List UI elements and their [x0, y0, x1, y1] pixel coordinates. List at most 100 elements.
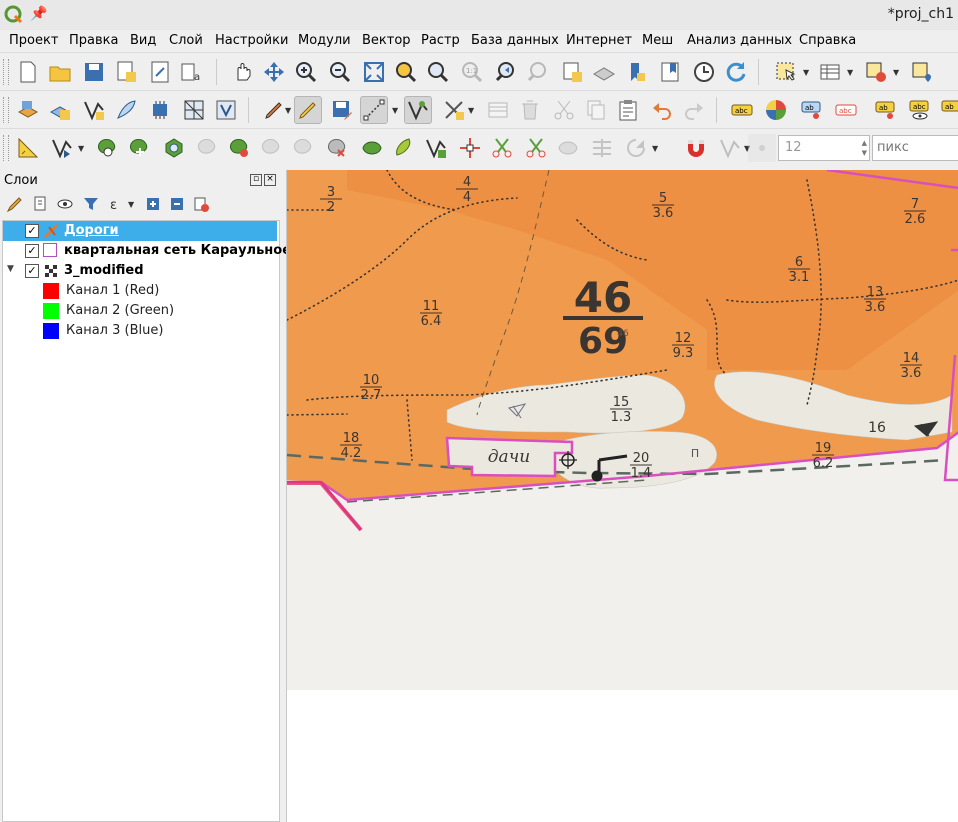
offset-curve-icon[interactable]: [290, 134, 318, 162]
toolbar-grip[interactable]: [3, 97, 9, 123]
digitize-vertex-icon[interactable]: [80, 96, 108, 124]
select-dropdown-chevron-icon[interactable]: ▼: [803, 68, 811, 77]
label-toolbar-icon[interactable]: abc: [728, 96, 756, 124]
rotate-dropdown-chevron-icon[interactable]: ▼: [652, 144, 660, 153]
delete-ring-icon[interactable]: [194, 134, 222, 162]
menu-raster[interactable]: Растр: [421, 33, 460, 48]
style-panel-icon[interactable]: [4, 193, 26, 215]
merge-features-icon[interactable]: [358, 134, 386, 162]
temporal-controller-icon[interactable]: [690, 58, 718, 86]
snap-config-icon[interactable]: [748, 134, 776, 162]
cut-features-icon[interactable]: [550, 96, 578, 124]
deselect-icon[interactable]: [862, 58, 890, 86]
tolerance-unit-select[interactable]: пикс: [872, 135, 958, 161]
new-print-layout-icon[interactable]: [146, 58, 174, 86]
save-as-icon[interactable]: [112, 58, 140, 86]
refresh-icon[interactable]: [722, 58, 750, 86]
highlight-pinned-labels-icon[interactable]: ab: [798, 96, 826, 124]
rotate-point-icon[interactable]: [390, 134, 418, 162]
mesh-layer-icon[interactable]: [180, 96, 208, 124]
toggle-editing-icon[interactable]: [294, 96, 322, 124]
menu-view[interactable]: Вид: [130, 33, 156, 48]
show-bookmarks-icon[interactable]: [590, 58, 618, 86]
toolbar-grip[interactable]: [3, 59, 9, 85]
pin-labels-icon[interactable]: abc: [832, 96, 860, 124]
save-project-icon[interactable]: [80, 58, 108, 86]
gps-icon[interactable]: [146, 96, 174, 124]
redo-icon[interactable]: [680, 96, 708, 124]
open-project-icon[interactable]: [46, 58, 74, 86]
filter-dropdown-chevron-icon[interactable]: ▼: [128, 200, 136, 209]
zoom-out-icon[interactable]: [326, 58, 354, 86]
save-edits-icon[interactable]: [328, 96, 356, 124]
expand-all-icon[interactable]: [142, 193, 164, 215]
attribute-dropdown-chevron-icon[interactable]: ▼: [847, 68, 855, 77]
toolbar-grip[interactable]: [3, 135, 9, 161]
simplify-feature-icon[interactable]: [422, 134, 450, 162]
edits-dropdown-chevron-icon[interactable]: ▼: [285, 106, 293, 115]
rotate-feature-icon[interactable]: [622, 134, 650, 162]
trim-extend-icon[interactable]: [522, 134, 550, 162]
menu-vector[interactable]: Вектор: [362, 33, 411, 48]
tolerance-spinbox[interactable]: 12 ▲ ▼: [778, 135, 870, 161]
delete-selected-icon[interactable]: [516, 96, 544, 124]
layer-row-quarter-grid[interactable]: ✓ квартальная сеть Караульное: [3, 241, 291, 261]
menu-processing[interactable]: Анализ данных: [687, 33, 792, 48]
preview-labels-icon[interactable]: abc: [906, 96, 934, 124]
add-part-icon[interactable]: [126, 134, 154, 162]
filter-expression-icon[interactable]: ε: [106, 193, 128, 215]
zoom-last-icon[interactable]: [492, 58, 520, 86]
band-row-red[interactable]: Канал 1 (Red): [3, 281, 277, 301]
float-panel-icon[interactable]: ▫: [250, 174, 262, 186]
zoom-next-icon[interactable]: [524, 58, 552, 86]
spatial-bookmark-icon[interactable]: [558, 58, 586, 86]
map-canvas[interactable]: 46 69 46 дачи П 16 3 2 4 4 5 3.6 7 2.6 6 3.1 13 3.6…: [286, 170, 958, 822]
pin-icon[interactable]: 📌: [30, 6, 47, 22]
select-features-icon[interactable]: [772, 58, 800, 86]
move-label-icon[interactable]: ab: [938, 96, 958, 124]
band-row-blue[interactable]: Канал 3 (Blue): [3, 321, 277, 341]
locate-icon[interactable]: [908, 58, 936, 86]
menu-plugins[interactable]: Модули: [298, 33, 351, 48]
layer-checkbox[interactable]: ✓: [25, 264, 39, 278]
menu-project[interactable]: Проект: [9, 33, 58, 48]
add-group-icon[interactable]: [30, 193, 52, 215]
close-panel-icon[interactable]: ×: [264, 174, 276, 186]
layer-checkbox[interactable]: ✓: [25, 244, 39, 258]
menu-edit[interactable]: Правка: [69, 33, 118, 48]
collapse-all-icon[interactable]: [166, 193, 188, 215]
split-parts-icon[interactable]: [456, 134, 484, 162]
edit-attributes-icon[interactable]: [484, 96, 512, 124]
band-row-green[interactable]: Канал 2 (Green): [3, 301, 277, 321]
snap-to-vertex-icon[interactable]: [716, 134, 744, 162]
current-edits-icon[interactable]: [260, 96, 288, 124]
manage-visibility-icon[interactable]: [54, 193, 76, 215]
new-project-icon[interactable]: [14, 58, 42, 86]
undo-icon[interactable]: [648, 96, 676, 124]
zoom-full-icon[interactable]: [360, 58, 388, 86]
pan-to-selection-icon[interactable]: [260, 58, 288, 86]
filter-legend-icon[interactable]: [80, 193, 102, 215]
layer-row-roads[interactable]: ✓ Дороги: [3, 221, 277, 241]
remove-layer-icon[interactable]: [190, 193, 212, 215]
diagram-options-icon[interactable]: [762, 96, 790, 124]
zoom-in-icon[interactable]: [292, 58, 320, 86]
menu-web[interactable]: Интернет: [566, 33, 632, 48]
menu-layer[interactable]: Слой: [169, 33, 203, 48]
deselect-dropdown-chevron-icon[interactable]: ▼: [893, 68, 901, 77]
menu-help[interactable]: Справка: [799, 33, 856, 48]
delete-part-icon[interactable]: [226, 134, 254, 162]
menu-settings[interactable]: Настройки: [215, 33, 288, 48]
add-line-feature-icon[interactable]: [360, 96, 388, 124]
layer-checkbox[interactable]: ✓: [25, 224, 39, 238]
cad-tools-icon[interactable]: [14, 134, 42, 162]
zoom-to-layer-icon[interactable]: [424, 58, 452, 86]
new-layer-icon[interactable]: [46, 96, 74, 124]
snapping-magnet-icon[interactable]: [682, 134, 710, 162]
menu-mesh[interactable]: Меш: [642, 33, 673, 48]
pan-icon[interactable]: [228, 58, 256, 86]
layout-manager-icon[interactable]: a: [178, 58, 206, 86]
modify-attributes-icon[interactable]: [440, 96, 468, 124]
layer-row-raster[interactable]: ▼ ✓ 3_modified: [3, 261, 277, 281]
copy-features-icon[interactable]: [582, 96, 610, 124]
